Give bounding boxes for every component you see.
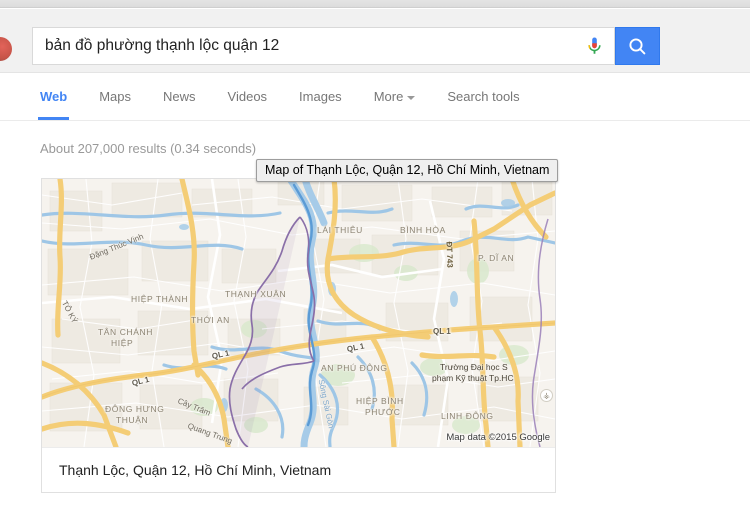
search-icon xyxy=(629,37,646,54)
tab-videos[interactable]: Videos xyxy=(228,74,268,120)
search-input[interactable] xyxy=(33,28,574,64)
search-results-page: Web Maps News Videos Images More Search … xyxy=(0,0,750,505)
map-vector-layer xyxy=(42,179,555,447)
tab-news-label: News xyxy=(163,89,196,104)
tab-web[interactable]: Web xyxy=(37,74,70,120)
map-card-caption: Thạnh Lộc, Quận 12, Hồ Chí Minh, Vietnam xyxy=(42,447,555,492)
tab-maps-label: Maps xyxy=(99,89,132,104)
tab-maps[interactable]: Maps xyxy=(99,74,131,120)
university-poi-icon: ⚶ xyxy=(540,389,553,402)
tab-images[interactable]: Images xyxy=(299,74,342,120)
search-nav-tabs: Web Maps News Videos Images More Search … xyxy=(0,74,750,121)
map-viewport[interactable]: Đặng Thúc Vịnh TÔ KÝ Cây Trâm Quang Trun… xyxy=(42,179,555,447)
site-logo-icon xyxy=(0,37,12,61)
tab-search-tools-label: Search tools xyxy=(447,89,520,104)
chevron-down-icon xyxy=(407,95,416,100)
browser-chrome-strip xyxy=(0,0,750,8)
tab-more[interactable]: More xyxy=(374,74,416,120)
tab-web-label: Web xyxy=(40,89,68,104)
tab-videos-label: Videos xyxy=(227,89,268,104)
search-box[interactable] xyxy=(32,27,615,65)
search-button[interactable] xyxy=(615,27,660,65)
tab-news[interactable]: News xyxy=(163,74,196,120)
map-result-card[interactable]: Đặng Thúc Vịnh TÔ KÝ Cây Trâm Quang Trun… xyxy=(41,178,556,493)
map-hover-tooltip: Map of Thạnh Lộc, Quận 12, Hồ Chí Minh, … xyxy=(256,159,559,182)
map-attribution: Map data ©2015 Google xyxy=(446,432,550,443)
search-header xyxy=(0,9,750,73)
tab-search-tools[interactable]: Search tools xyxy=(447,74,519,120)
tab-more-label: More xyxy=(373,89,404,104)
tab-images-label: Images xyxy=(299,89,342,104)
result-stats: About 207,000 results (0.34 seconds) xyxy=(40,141,257,156)
microphone-icon[interactable] xyxy=(574,28,614,64)
